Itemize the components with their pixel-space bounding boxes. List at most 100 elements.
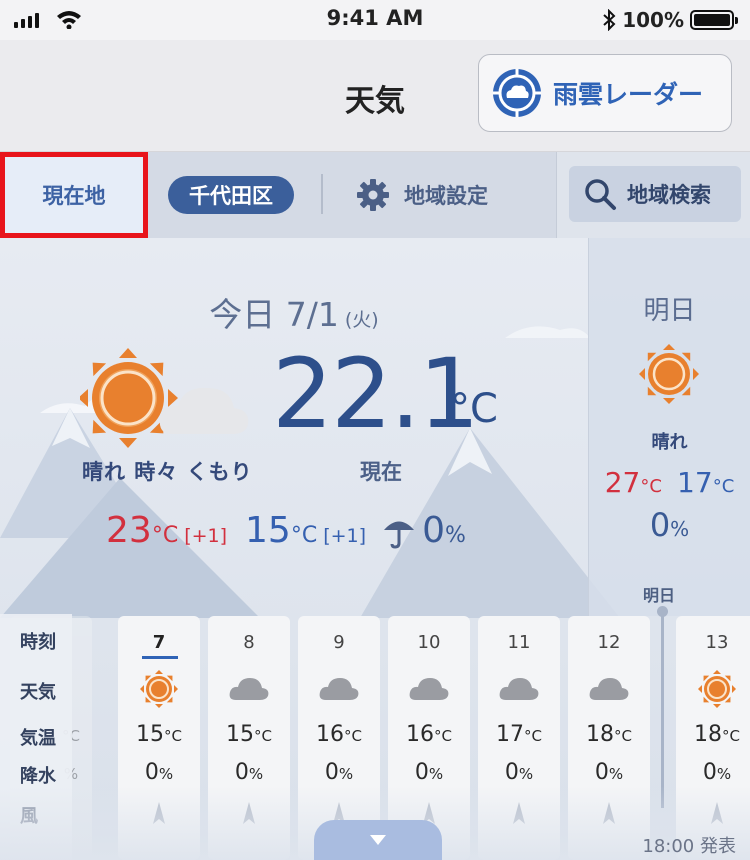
current-temperature: 22.1 — [272, 338, 480, 450]
hour-time: 7 — [152, 632, 166, 653]
hour-rain-value: 0 — [144, 760, 159, 785]
hour-rain: 0% — [478, 760, 560, 785]
current-location-button[interactable]: 現在地 — [0, 152, 148, 238]
hour-rain-unit: % — [158, 765, 174, 783]
hour-temp-value: 15 — [226, 722, 254, 747]
tomorrow-high-low: 27°C 17°C — [589, 466, 750, 499]
hour-temp-value: 18 — [586, 722, 614, 747]
current-label: 現在 — [360, 460, 402, 484]
today-high-low: 23 °C [+1] 15 °C [+1] 0% — [106, 510, 466, 554]
rain-radar-button[interactable]: 雨雲レーダー — [478, 54, 732, 132]
umbrella-icon — [384, 521, 415, 549]
hour-temp-value: 16 — [406, 722, 434, 747]
hour-time: 8 — [243, 632, 255, 653]
hour-rain: 0% — [298, 760, 380, 785]
hour-temp-value: 17 — [496, 722, 524, 747]
hour-temp-unit: °C — [344, 727, 362, 745]
hour-time: 10 — [417, 632, 441, 653]
today-date: 今日 7/1 (火) — [0, 288, 588, 336]
hour-temp: 18°C — [676, 722, 750, 747]
hour-temp-unit: °C — [524, 727, 542, 745]
today-panel: 今日 7/1 (火) 22.1 °C 晴れ 時々 くもり 現在 23 °C [+… — [0, 238, 588, 618]
tomorrow-high-unit: °C — [640, 476, 662, 497]
hour-rain: 0% — [676, 760, 750, 785]
rain-radar-label: 雨雲レーダー — [553, 80, 704, 109]
label-temp: 気温 — [20, 728, 56, 749]
radar-icon — [493, 69, 541, 117]
tomorrow-title: 明日 — [643, 296, 696, 326]
hour-temp: 15°C — [208, 722, 290, 747]
hour-rain-value: 0 — [234, 760, 249, 785]
hour-temp-unit: °C — [614, 727, 632, 745]
area-settings-label: 地域設定 — [404, 184, 488, 208]
cloud-icon — [409, 678, 449, 700]
current-hour-indicator — [142, 656, 178, 659]
hour-rain: 0% — [388, 760, 470, 785]
hour-temp-value: 18 — [694, 722, 722, 747]
app-header: 天気 雨雲レーダー — [0, 40, 750, 152]
today-rain-chance: 0 — [422, 510, 445, 551]
battery-percent: 100% — [622, 8, 684, 32]
hour-rain-value: 0 — [702, 760, 717, 785]
tomorrow-marker-label: 明日 — [643, 586, 676, 605]
area-name-badge[interactable]: 千代田区 — [168, 176, 294, 214]
hour-temp-value: 15 — [136, 722, 164, 747]
hourly-forecast[interactable]: 時刻 天気 気温 降水 風 °C % 715°C0%815°C0%916°C0%… — [0, 586, 750, 860]
hour-temp: 17°C — [478, 722, 560, 747]
hour-rain-unit: % — [608, 765, 624, 783]
hour-rain-value: 0 — [594, 760, 609, 785]
sun-icon — [698, 670, 736, 708]
hour-rain-unit: % — [518, 765, 534, 783]
cloud-icon — [229, 678, 269, 700]
today-rain-unit: % — [444, 523, 466, 548]
hour-rain-value: 0 — [324, 760, 339, 785]
issued-time: 18:00 発表 — [642, 836, 736, 857]
hour-time: 11 — [507, 632, 531, 653]
hour-rain-unit: % — [716, 765, 732, 783]
hour-rain-unit: % — [338, 765, 354, 783]
current-temp-unit: °C — [450, 386, 498, 432]
hour-rain-unit: % — [428, 765, 444, 783]
hour-temp-unit: °C — [254, 727, 272, 745]
hour-rain: 0% — [208, 760, 290, 785]
hour-temp-value: 16 — [316, 722, 344, 747]
hour-time: 9 — [333, 632, 345, 653]
area-settings-button[interactable]: 地域設定 — [356, 176, 488, 214]
sun-icon — [639, 344, 699, 404]
sun-and-cloud-icon — [80, 348, 249, 448]
cloud-icon — [589, 678, 629, 700]
tomorrow-marker-line — [661, 612, 664, 808]
hour-temp: 15°C — [118, 722, 200, 747]
cloud-icon — [319, 678, 359, 700]
today-high: 23 — [106, 510, 152, 551]
hour-rain: 0% — [568, 760, 650, 785]
hour-temp-unit: °C — [722, 727, 740, 745]
weather-main: 今日 7/1 (火) 22.1 °C 晴れ 時々 くもり 現在 23 °C [+… — [0, 238, 750, 860]
hour-temp: 18°C — [568, 722, 650, 747]
search-icon — [585, 179, 616, 210]
search-area: 地域検索 — [556, 152, 750, 238]
hour-temp-unit: °C — [434, 727, 452, 745]
tomorrow-low: 17 — [677, 466, 713, 499]
today-high-diff: [+1] — [184, 525, 228, 547]
hour-rain-value: 0 — [504, 760, 519, 785]
status-bar: 9:41 AM 100% — [0, 0, 750, 40]
hour-time: 12 — [597, 632, 621, 653]
bluetooth-icon — [603, 9, 616, 31]
area-search-button[interactable]: 地域検索 — [569, 166, 741, 222]
divider — [321, 174, 323, 214]
expand-button[interactable] — [314, 820, 442, 860]
location-bar: 現在地 千代田区 地域設定 地域検索 — [0, 152, 750, 238]
tomorrow-rain-value: 0 — [649, 506, 671, 544]
gear-icon — [357, 179, 389, 211]
hour-rain-unit: % — [248, 765, 264, 783]
tomorrow-condition: 晴れ — [651, 432, 688, 453]
sun-icon — [140, 670, 178, 708]
tomorrow-rain-unit: % — [670, 517, 690, 541]
today-low-diff: [+1] — [323, 525, 367, 547]
tomorrow-panel[interactable]: 明日 晴れ 27°C 17°C 0% — [588, 238, 750, 616]
today-date-main: 今日 7/1 — [209, 295, 339, 334]
tomorrow-rain-chance: 0% — [589, 506, 750, 544]
hour-rain: 0% — [118, 760, 200, 785]
today-low: 15 — [245, 510, 291, 551]
